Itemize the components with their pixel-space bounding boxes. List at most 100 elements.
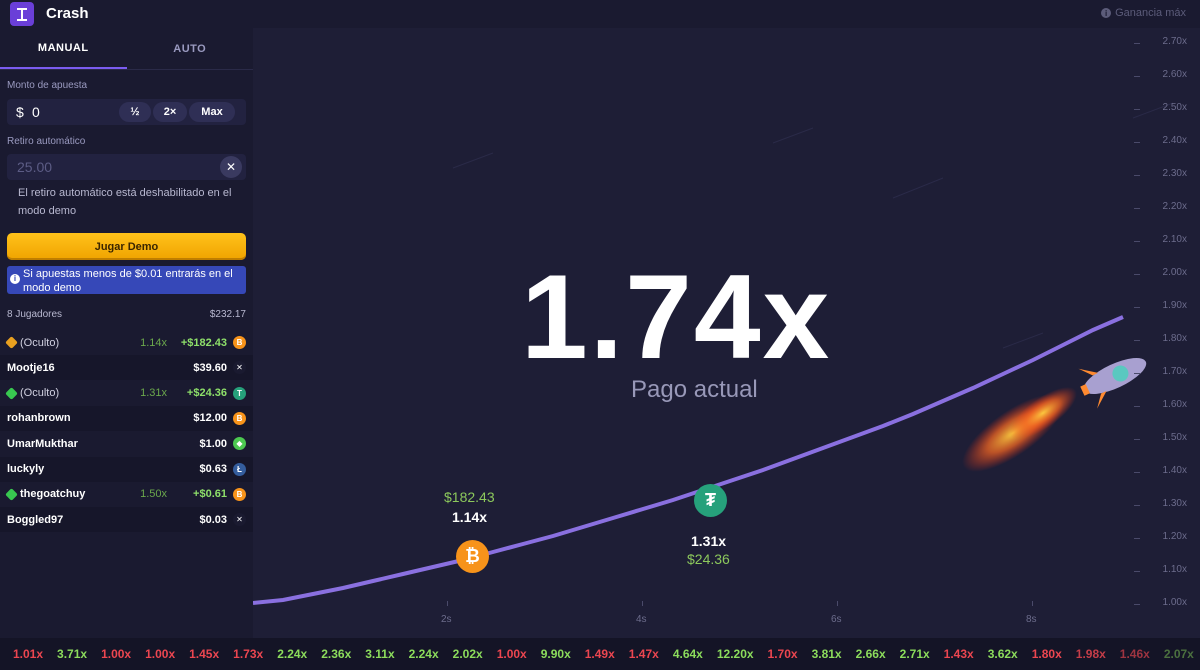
history-item: 1.47x (628, 647, 659, 661)
player-name: rohanbrown (7, 412, 71, 424)
history-item: 2.24x (408, 647, 439, 661)
x-tick-mark (837, 601, 838, 606)
current-payout-label: Pago actual (631, 376, 758, 403)
tab-auto[interactable]: AUTO (127, 28, 254, 69)
crash-logo-icon (10, 2, 34, 26)
y-tick-label: 1.90x (1162, 300, 1187, 311)
x-tick-mark (447, 601, 448, 606)
y-tick-mark (1134, 604, 1140, 605)
round-history: 1.01x 3.71x 1.00x 1.00x 1.45x 1.73x 2.24x 2.36x… (0, 638, 1200, 670)
player-row: Mootje16 $39.60 ✕ (0, 355, 253, 381)
y-tick-mark (1134, 76, 1140, 77)
player-name: thegoatchuy (5, 487, 86, 501)
y-tick-mark (1134, 340, 1140, 341)
history-item: 1.01x (13, 647, 44, 661)
player-name-text: (Oculto) (20, 336, 60, 349)
player-row: thegoatchuy 1.50x +$0.61 B (0, 482, 253, 507)
bet-amount-field[interactable]: $ 0 ½ 2× Max (7, 99, 246, 125)
double-bet-button[interactable]: 2× (153, 102, 187, 122)
cashout-multiplier: 1.31x (691, 533, 727, 549)
player-name-text: thegoatchuy (20, 488, 86, 501)
history-item: 1.00x (145, 647, 176, 661)
player-row: rohanbrown $12.00 B (0, 405, 253, 431)
history-item: 2.02x (452, 647, 483, 661)
bet-panel: MANUAL AUTO Monto de apuesta $ 0 ½ 2× Ma… (0, 28, 253, 638)
y-tick-mark (1134, 472, 1140, 473)
auto-cashout-field[interactable]: 25.00 ✕ (7, 154, 246, 180)
game-area: 1.74x Pago actual 2.70x 2.60x 2.50x 2.40x 2.… (253, 28, 1200, 638)
y-tick-label: 1.80x (1162, 333, 1187, 344)
bet-amount-input[interactable]: 0 (32, 104, 40, 120)
demo-notice-text: Si apuestas menos de $0.01 entrarás en e… (23, 268, 233, 294)
history-item: 1.46x (1119, 647, 1150, 661)
y-tick-mark (1134, 439, 1140, 440)
y-tick-label: 1.10x (1162, 564, 1187, 575)
y-tick-label: 1.30x (1162, 498, 1187, 509)
player-name: luckyly (7, 463, 44, 475)
y-tick-mark (1134, 571, 1140, 572)
y-tick-mark (1134, 142, 1140, 143)
bitcoin-icon: B (233, 336, 246, 349)
xrp-icon: ✕ (233, 513, 246, 527)
history-item: 3.71x (57, 647, 88, 661)
y-tick-label: 2.40x (1162, 135, 1187, 146)
bitcoin-icon: B (233, 487, 246, 501)
y-tick-mark (1134, 43, 1140, 44)
history-item: 1.49x (584, 647, 615, 661)
xrp-icon: ✕ (233, 361, 246, 375)
tether-icon: ₮ (694, 484, 727, 517)
history-item: 1.98x (1075, 647, 1106, 661)
info-icon: i (10, 274, 20, 284)
history-item: 1.80x (1031, 647, 1062, 661)
player-bet-amount: +$182.43 (180, 336, 227, 349)
y-tick-label: 1.00x (1162, 597, 1187, 608)
player-name-text: luckyly (7, 463, 45, 475)
player-name: Boggled97 (7, 514, 63, 526)
y-tick-label: 2.10x (1162, 234, 1187, 245)
player-name: (Oculto) (5, 386, 59, 400)
player-name: (Oculto) (5, 336, 60, 349)
history-item: 3.81x (811, 647, 842, 661)
vip-gem-icon (5, 336, 18, 349)
history-item: 2.71x (899, 647, 930, 661)
history-item: 1.73x (233, 647, 264, 661)
history-item: 12.20x (716, 647, 754, 661)
play-demo-button[interactable]: Jugar Demo (7, 233, 246, 260)
y-tick-label: 2.20x (1162, 201, 1187, 212)
player-cashout-multiplier: 1.14x (140, 336, 167, 349)
auto-cashout-input[interactable]: 25.00 (17, 159, 52, 175)
player-bet-amount: $0.03 (199, 513, 227, 526)
max-bet-button[interactable]: Max (189, 102, 235, 122)
player-name: UmarMukthar (7, 438, 78, 450)
history-item: 1.43x (943, 647, 974, 661)
player-bet-amount: $0.63 (199, 463, 227, 475)
history-item: 1.00x (101, 647, 132, 661)
auto-cashout-label: Retiro automático (7, 136, 86, 147)
cashout-multiplier: 1.14x (452, 509, 488, 525)
y-tick-mark (1134, 274, 1140, 275)
y-tick-label: 1.60x (1162, 399, 1187, 410)
player-name-text: UmarMukthar (7, 437, 78, 450)
y-tick-label: 2.50x (1162, 102, 1187, 113)
clear-cashout-button[interactable]: ✕ (220, 156, 242, 178)
litecoin-icon: Ł (233, 462, 246, 476)
vip-gem-icon (5, 386, 18, 400)
auto-cashout-note: El retiro automático está deshabilitado … (18, 187, 232, 217)
x-tick-label: 8s (1026, 614, 1037, 625)
max-gain-link[interactable]: i Ganancia máx (1101, 7, 1186, 19)
tab-manual[interactable]: MANUAL (0, 28, 127, 69)
history-item: 4.64x (672, 647, 703, 661)
bitcoin-icon: B (233, 411, 246, 425)
cashout-amount: $182.43 (444, 489, 495, 505)
y-tick-mark (1134, 109, 1140, 110)
y-tick-mark (1134, 538, 1140, 539)
player-cashout-multiplier: 1.50x (140, 488, 167, 501)
player-row: UmarMukthar $1.00 ◆ (0, 431, 253, 456)
players-total: $232.17 (209, 309, 246, 320)
half-bet-button[interactable]: ½ (119, 102, 151, 122)
player-row: luckyly $0.63 Ł (0, 456, 253, 482)
players-count: 8 Jugadores (7, 309, 63, 320)
history-item: 2.66x (855, 647, 886, 661)
y-tick-label: 2.30x (1162, 168, 1187, 179)
vip-gem-icon (5, 487, 18, 501)
